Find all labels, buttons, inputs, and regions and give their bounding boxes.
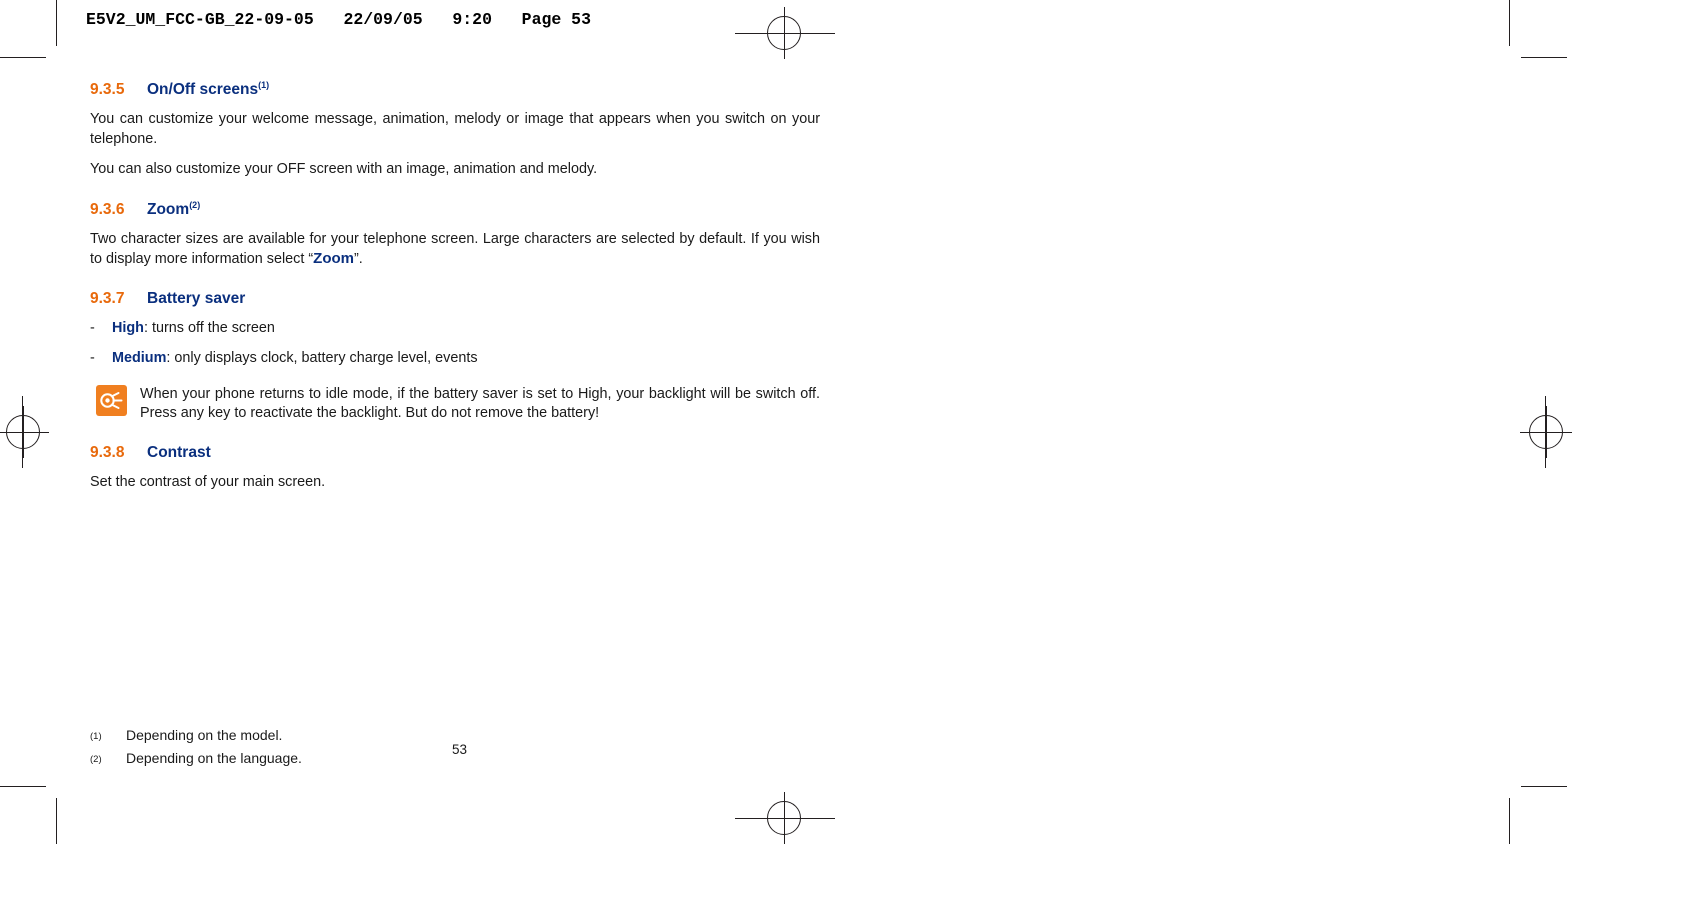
note-text: When your phone returns to idle mode, if… — [140, 385, 820, 422]
emphasis-zoom: Zoom — [313, 250, 354, 268]
document-page: E5V2_UM_FCC-GB_22-09-05 22/09/05 9:20 Pa… — [0, 0, 1708, 917]
list-item-desc: : turns off the screen — [143, 319, 275, 336]
list-item: - Medium: only displays clock, battery c… — [90, 349, 820, 369]
footnote-ref: (1) — [258, 80, 270, 90]
list-item-desc: : only displays clock, battery charge le… — [166, 350, 478, 367]
section-number: 9.3.6 — [90, 200, 125, 218]
section-heading-9-3-5: 9.3.5 On/Off screens(1) — [90, 80, 820, 99]
paragraph: You can customize your welcome message, … — [90, 111, 820, 147]
section-title: On/Off screens(1) — [147, 80, 270, 99]
section-heading-9-3-6: 9.3.6 Zoom(2) — [90, 200, 820, 219]
paragraph-text-post: ”. — [353, 251, 363, 268]
section-number: 9.3.8 — [90, 443, 125, 461]
right-page: MY SETTINGS •CLOCK •NETWORK TIME •MUSIC … — [854, 0, 1708, 917]
footnote-text: Depending on the language. — [126, 750, 302, 766]
list-item-term: Medium — [112, 350, 167, 367]
page-number-left: 53 — [452, 742, 468, 757]
footnote-marker: (1) — [90, 731, 102, 742]
list-dash: - — [90, 350, 95, 367]
list-item: - High: turns off the screen — [90, 319, 820, 339]
note-box: When your phone returns to idle mode, if… — [90, 384, 820, 424]
left-page-content: 9.3.5 On/Off screens(1) You can customiz… — [90, 80, 820, 492]
section-title: Zoom(2) — [147, 199, 201, 218]
footnote: (1) Depending on the model. — [90, 725, 690, 747]
list-item-text: Medium: only displays clock, battery cha… — [112, 349, 478, 369]
list-item-text: High: turns off the screen — [112, 319, 275, 339]
section-heading-9-3-7: 9.3.7 Battery saver — [90, 290, 820, 308]
footnote-text: Depending on the model. — [126, 727, 283, 743]
paragraph-text-pre: Two character sizes are available for yo… — [90, 230, 820, 268]
footnote-marker: (2) — [90, 754, 102, 765]
paragraph: Set the contrast of your main screen. — [90, 473, 326, 490]
list-dash: - — [90, 319, 95, 336]
tip-bulb-icon — [96, 384, 127, 416]
footnote: (2) Depending on the language. — [90, 748, 690, 770]
section-title: Battery saver — [147, 289, 246, 307]
paragraph: You can also customize your OFF screen w… — [90, 161, 598, 178]
list-item-term: High — [112, 319, 144, 336]
left-page: 9.3.5 On/Off screens(1) You can customiz… — [0, 0, 854, 917]
section-number: 9.3.5 — [90, 81, 125, 99]
footnote-ref: (2) — [189, 199, 201, 210]
section-title: Contrast — [147, 443, 211, 461]
left-footnotes: (1) Depending on the model. (2) Dependin… — [90, 725, 690, 771]
section-number: 9.3.7 — [90, 289, 125, 307]
paragraph-zoom: Two character sizes are available for yo… — [90, 230, 820, 270]
section-heading-9-3-8: 9.3.8 Contrast — [90, 444, 820, 462]
